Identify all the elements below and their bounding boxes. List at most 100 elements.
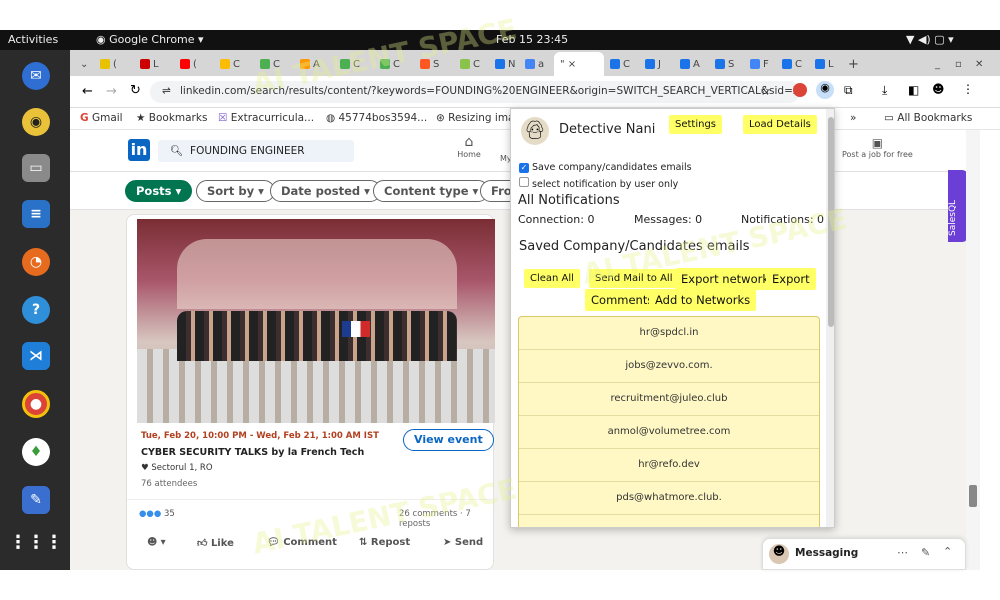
post-job-link[interactable]: ▣ Post a job for free — [842, 136, 913, 159]
tab-15[interactable]: A — [680, 56, 700, 72]
export-network-button[interactable]: Export network — [675, 268, 776, 290]
bookmark-45774[interactable]: ◍ 45774bos3594... — [326, 112, 427, 124]
email-item[interactable]: hr@spdcl.in — [519, 317, 819, 350]
help-icon[interactable]: ? — [22, 296, 50, 324]
filter-content-type[interactable]: Content type ▾ — [373, 180, 490, 202]
tab-11[interactable]: N — [495, 56, 515, 72]
page-scrollbar-thumb[interactable] — [969, 485, 977, 507]
bookmark-star-icon[interactable]: ☆ — [760, 84, 771, 98]
tab-7[interactable]: C — [340, 56, 360, 72]
email-item[interactable]: recruitment@juleo.club — [519, 383, 819, 416]
chrome-icon[interactable]: ● — [22, 390, 50, 418]
nav-home[interactable]: ⌂ Home — [454, 134, 484, 159]
bookmark-resizing[interactable]: ⊛ Resizing ima — [436, 112, 514, 124]
bookmarks-overflow[interactable]: » — [850, 112, 856, 124]
profile-avatar[interactable]: ☻ — [932, 82, 945, 96]
extensions-puzzle-icon[interactable]: ⧉ — [844, 83, 853, 98]
writer-icon[interactable]: ≡ — [22, 200, 50, 228]
messaging-bar[interactable]: ☻ Messaging ⋯ ✎ ⌃ — [762, 538, 966, 570]
saved-emails-list[interactable]: hr@spdcl.in jobs@zevvo.com. recruitment@… — [518, 316, 820, 527]
export-comments-button[interactable]: Export — [766, 268, 816, 290]
bookmark-extracurricular[interactable]: ☒ Extracurricula... — [218, 112, 314, 124]
tab-5[interactable]: C — [260, 56, 280, 72]
reload-icon[interactable]: ↻ — [130, 83, 141, 98]
vscode-icon[interactable]: ⋊ — [22, 342, 50, 370]
text-editor-icon[interactable]: ✎ — [22, 486, 50, 514]
view-event-button[interactable]: View event — [403, 429, 494, 451]
maximize-button[interactable]: ▫ — [955, 56, 962, 72]
settings-button[interactable]: Settings — [669, 115, 723, 134]
thunderbird-icon[interactable]: ✉ — [22, 62, 50, 90]
tab-16[interactable]: S — [715, 56, 734, 72]
tab-4[interactable]: C — [220, 56, 240, 72]
tab-14[interactable]: J — [645, 56, 661, 72]
filter-sort-by[interactable]: Sort by ▾ — [196, 180, 275, 202]
all-bookmarks[interactable]: ▭ All Bookmarks — [884, 112, 972, 124]
bookmark-bookmarks[interactable]: ★ Bookmarks — [136, 112, 207, 124]
chevron-up-icon[interactable]: ⌃ — [943, 545, 952, 558]
repost-button[interactable]: ⇅ Repost — [359, 537, 410, 548]
email-item[interactable]: hr@refo.dev — [519, 449, 819, 482]
tab-3[interactable]: ( — [180, 56, 197, 72]
tab-12[interactable]: a — [525, 56, 544, 72]
save-emails-checkbox[interactable]: ✓ — [519, 163, 529, 173]
salesql-tab[interactable]: SalesQL — [948, 170, 968, 242]
close-window-button[interactable]: ✕ — [975, 56, 983, 72]
reactions[interactable]: ●●● 35 — [139, 509, 175, 519]
system-tray-icons[interactable]: ▼ ◀) ▢ ▾ — [906, 33, 954, 46]
address-bar[interactable]: ⇌ linkedin.com/search/results/content/?k… — [150, 81, 800, 103]
load-details-button[interactable]: Load Details — [743, 115, 817, 134]
comments-reposts-count[interactable]: 26 comments · 7 reposts — [399, 509, 493, 529]
notify-user-checkbox[interactable] — [519, 177, 529, 187]
comment-button[interactable]: 💬︎ Comment — [267, 537, 337, 548]
new-tab-button[interactable]: + — [848, 56, 859, 72]
more-options-icon[interactable]: ⋯ — [897, 546, 908, 559]
extension-icon-red[interactable] — [793, 83, 807, 97]
tab-1[interactable]: ( — [100, 56, 117, 72]
add-to-networks-button[interactable]: Add to Networks — [649, 289, 757, 311]
tab-18[interactable]: C — [782, 56, 802, 72]
filter-posts[interactable]: Posts ▾ — [125, 180, 193, 202]
filter-date-posted[interactable]: Date posted ▾ — [270, 180, 381, 202]
tab-6[interactable]: A — [300, 56, 320, 72]
app-menu[interactable]: ◉ Google Chrome ▾ — [96, 33, 204, 46]
popup-scrollbar-thumb[interactable] — [828, 117, 834, 327]
email-item[interactable]: jobs@zevvo.com. — [519, 350, 819, 383]
download-icon[interactable]: ⤓ — [882, 83, 887, 98]
show-apps-icon[interactable]: ⋮⋮⋮ — [9, 528, 63, 556]
site-info-icon[interactable]: ⇌ — [162, 85, 171, 97]
notify-user-row[interactable]: select notification by user only — [519, 177, 678, 190]
like-button[interactable]: 👍︎ Like — [197, 537, 234, 549]
tab-13[interactable]: C — [610, 56, 630, 72]
forward-icon[interactable]: → — [106, 84, 117, 99]
chrome-menu-icon[interactable]: ⋮ — [962, 82, 974, 96]
detective-extension-icon[interactable]: ◉ — [816, 81, 834, 99]
rhythmbox-icon[interactable]: ◉ — [22, 108, 50, 136]
side-panel-icon[interactable]: ◧ — [908, 83, 919, 97]
files-icon[interactable]: ▭ — [22, 154, 50, 182]
send-button[interactable]: ➤ Send — [443, 537, 483, 548]
tab-10[interactable]: C — [460, 56, 480, 72]
event-photo[interactable] — [137, 219, 495, 423]
save-emails-row[interactable]: ✓ Save company/candidates emails — [519, 162, 692, 173]
email-item[interactable]: pds@whatmore.club. — [519, 482, 819, 515]
tab-8[interactable]: C — [380, 56, 400, 72]
minimize-button[interactable]: _ — [935, 56, 940, 72]
tab-19[interactable]: L — [815, 56, 834, 72]
tab-9[interactable]: S — [420, 56, 439, 72]
clock[interactable]: Feb 15 23:45 — [496, 33, 568, 46]
tab-2[interactable]: L — [140, 56, 159, 72]
post-actor-avatar[interactable]: ☻ ▾ — [147, 537, 166, 548]
tab-active[interactable]: " × — [554, 52, 604, 76]
tab-17[interactable]: F — [750, 56, 769, 72]
email-item[interactable]: anmol@volumetree.com — [519, 416, 819, 449]
clean-all-button[interactable]: Clean All — [524, 269, 580, 288]
event-title[interactable]: CYBER SECURITY TALKS by la French Tech — [141, 447, 364, 458]
firefox-icon[interactable]: ◔ — [22, 248, 50, 276]
tab-search-icon[interactable]: ⌄ — [80, 56, 88, 72]
compose-icon[interactable]: ✎ — [921, 546, 930, 559]
send-mail-all-button[interactable]: Send Mail to All — [589, 269, 679, 288]
bookmark-gmail[interactable]: G Gmail — [80, 112, 123, 124]
search-input[interactable]: 🔍︎ FOUNDING ENGINEER — [158, 140, 354, 162]
linkedin-logo[interactable]: in — [128, 139, 150, 161]
